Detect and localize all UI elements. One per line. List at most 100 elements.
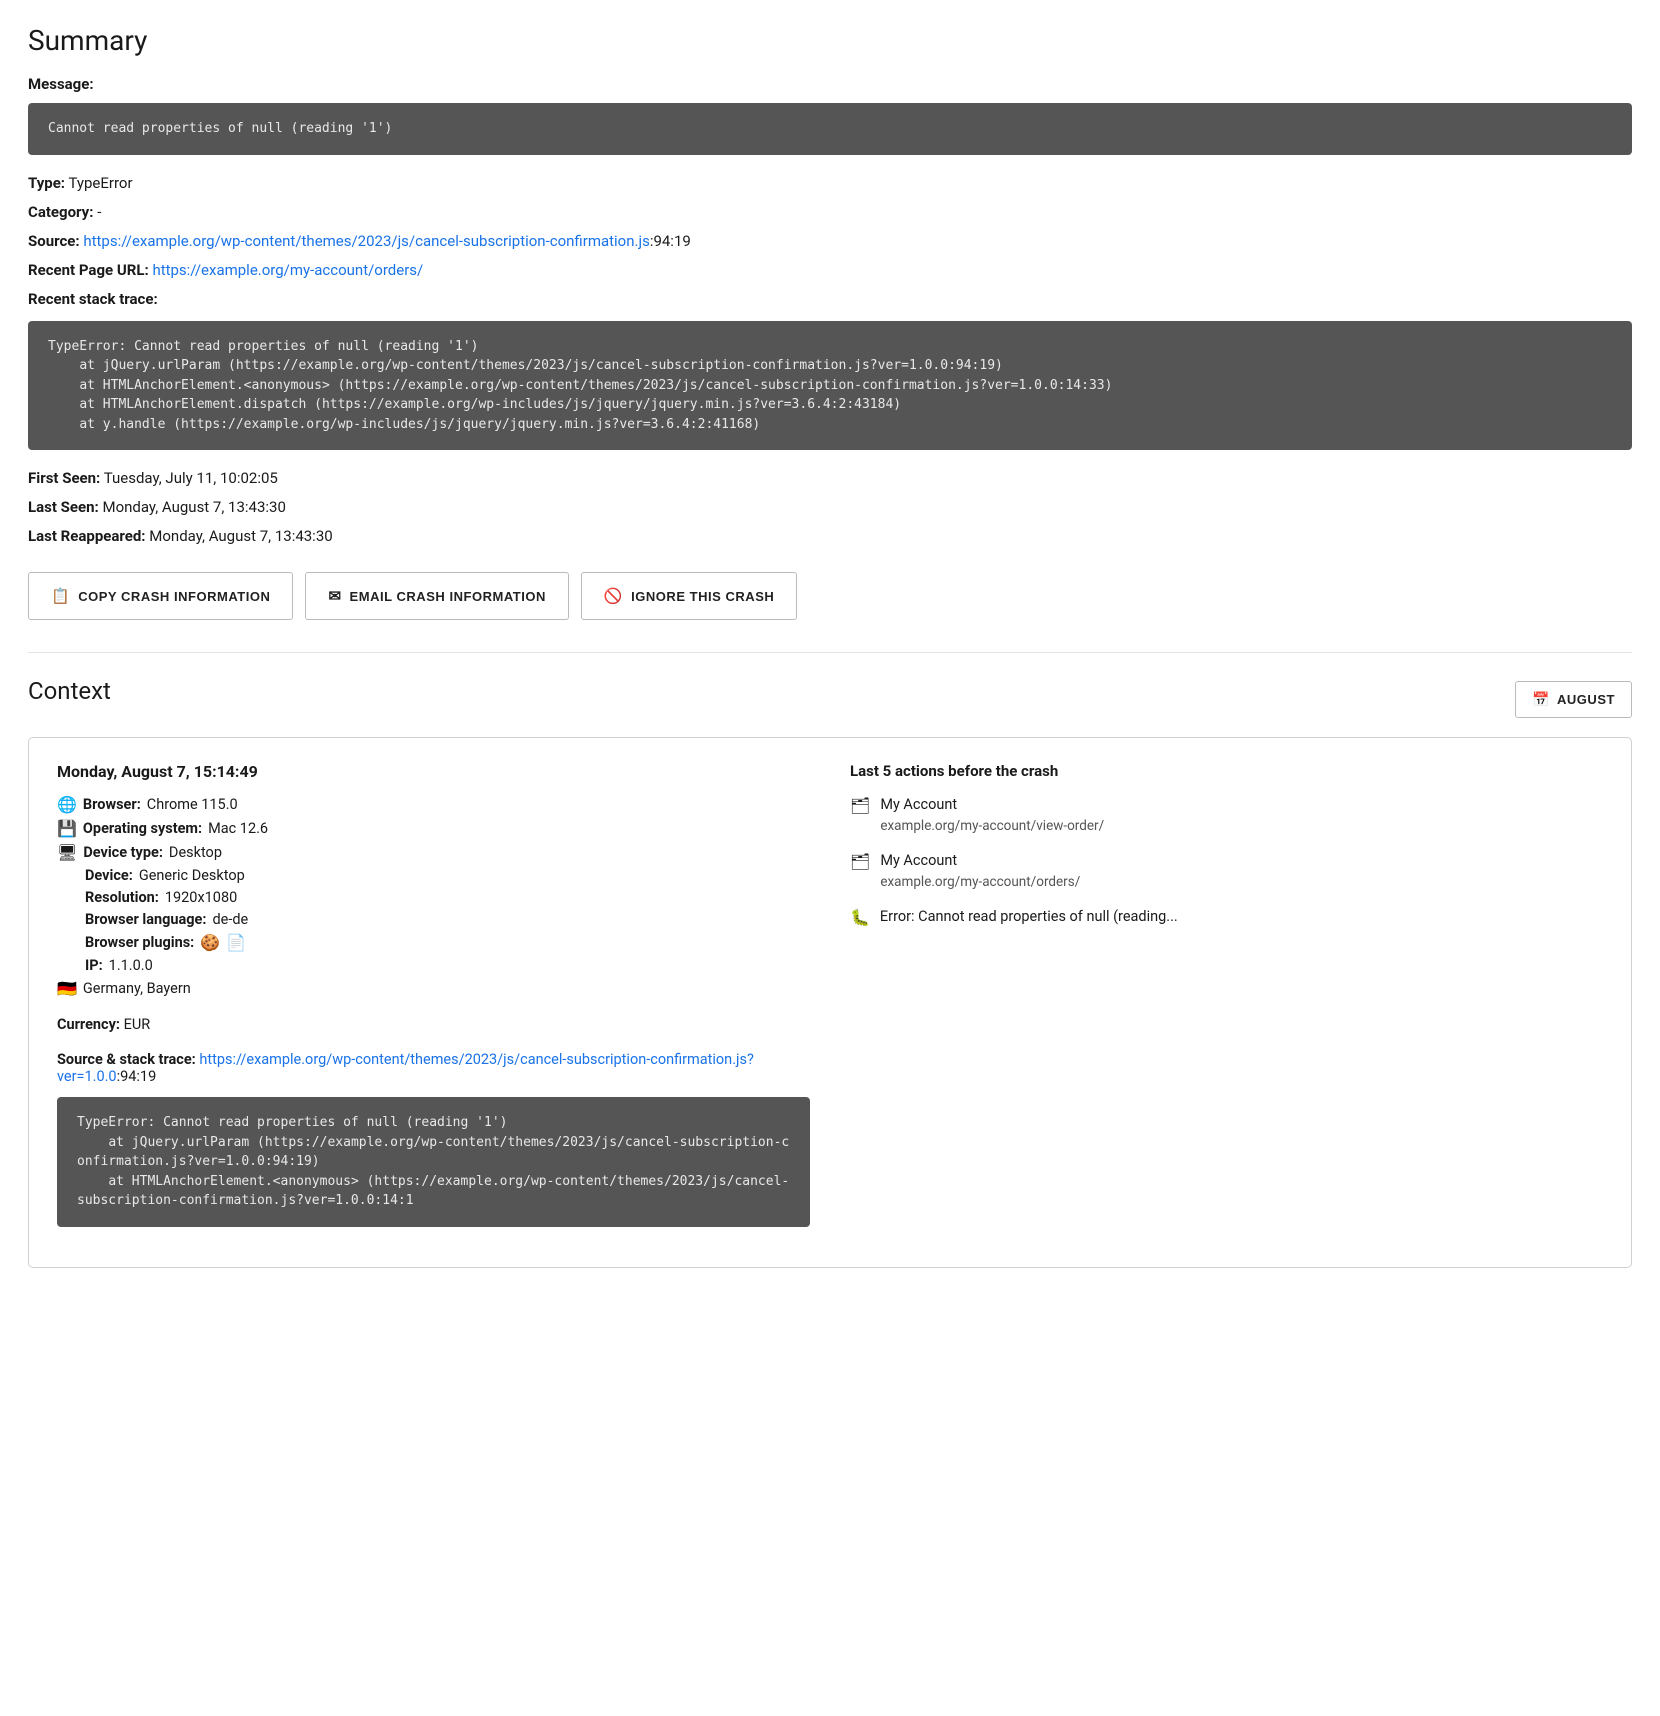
last-reappeared-label: Last Reappeared: [28,527,146,545]
last-seen-value: Monday, August 7, 13:43:30 [102,498,285,516]
ignore-label: IGNORE THIS CRASH [631,589,774,604]
currency-value: EUR [124,1016,151,1033]
context-source-label: Source & stack trace: [57,1051,196,1068]
actions-before-crash-title: Last 5 actions before the crash [850,762,1603,780]
source-link[interactable]: https://example.org/wp-content/themes/20… [83,232,649,250]
stack-label: Recent stack trace: [28,290,158,308]
first-seen-label: First Seen: [28,469,100,487]
august-label: AUGUST [1557,692,1615,707]
resolution-value: 1920x1080 [165,889,237,906]
recent-page-label: Recent Page URL: [28,261,149,279]
context-left-panel: Monday, August 7, 15:14:49 🌐 Browser: Ch… [57,762,810,1243]
ip-value: 1.1.0.0 [109,957,153,974]
browser-row: 🌐 Browser: Chrome 115.0 [57,795,810,814]
last-reappeared-row: Last Reappeared: Monday, August 7, 13:43… [28,524,1632,548]
page-icon-1: 🗂 [850,796,870,815]
currency-row: Currency: EUR [57,1016,810,1033]
last-seen-row: Last Seen: Monday, August 7, 13:43:30 [28,495,1632,519]
currency-label: Currency: [57,1016,120,1033]
message-code-block: Cannot read properties of null (reading … [28,103,1632,155]
context-date: Monday, August 7, 15:14:49 [57,762,810,781]
os-row: 💾 Operating system: Mac 12.6 [57,819,810,838]
recent-page-row: Recent Page URL: https://example.org/my-… [28,258,1632,282]
august-button[interactable]: 📅 AUGUST [1515,681,1632,718]
device-row: Device: Generic Desktop [57,867,810,884]
browser-lang-value: de-de [212,911,248,928]
stack-label-row: Recent stack trace: [28,287,1632,311]
last-reappeared-value: Monday, August 7, 13:43:30 [149,527,332,545]
first-seen-value: Tuesday, July 11, 10:02:05 [104,469,278,487]
ip-row: IP: 1.1.0.0 [57,957,810,974]
copy-label: COPY CRASH INFORMATION [78,589,270,604]
last-seen-label: Last Seen: [28,498,99,516]
action-page-url-2: example.org/my-account/orders/ [880,872,1080,892]
action-item-2: 🗂 My Account example.org/my-account/orde… [850,850,1603,892]
context-card: Monday, August 7, 15:14:49 🌐 Browser: Ch… [28,737,1632,1268]
source-row: Source: https://example.org/wp-content/t… [28,229,1632,253]
browser-label: Browser: [83,796,141,813]
plugin-icon-2: 📄 [226,933,246,952]
first-seen-row: First Seen: Tuesday, July 11, 10:02:05 [28,466,1632,490]
browser-plugins-row: Browser plugins: 🍪 📄 [57,933,810,952]
type-value: TypeError [68,174,132,192]
action-content-1: My Account example.org/my-account/view-o… [880,794,1104,836]
message-label: Message: [28,75,1632,93]
action-content-3: Error: Cannot read properties of null (r… [880,906,1178,928]
browser-lang-row: Browser language: de-de [57,911,810,928]
os-label: Operating system: [83,820,202,837]
section-divider [28,652,1632,653]
page-title: Summary [28,24,1632,57]
context-source-row: Source & stack trace: https://example.or… [57,1051,810,1085]
category-value: - [97,203,101,221]
action-page-name-1: My Account [880,794,1104,816]
email-icon: ✉ [328,587,341,605]
error-icon: 🐛 [850,908,870,927]
device-type-row: 🖥 Device type: Desktop [57,843,810,862]
eye-slash-icon: 🚫 [604,587,623,605]
os-value: Mac 12.6 [208,820,268,837]
monitor-icon: 🖥 [57,843,77,862]
source-suffix: :94:19 [650,232,691,250]
resolution-row: Resolution: 1920x1080 [57,889,810,906]
device-type-value: Desktop [169,844,222,861]
recent-page-link[interactable]: https://example.org/my-account/orders/ [152,261,423,279]
browser-plugins-label: Browser plugins: [85,934,194,951]
action-content-2: My Account example.org/my-account/orders… [880,850,1080,892]
category-row: Category: - [28,200,1632,224]
category-label: Category: [28,203,93,221]
flag-icon: 🇩🇪 [57,979,77,998]
device-type-label: Device type: [83,844,163,861]
type-label: Type: [28,174,65,192]
type-row: Type: TypeError [28,171,1632,195]
context-header: Context 📅 AUGUST [28,677,1632,721]
action-item-3: 🐛 Error: Cannot read properties of null … [850,906,1603,928]
action-page-url-1: example.org/my-account/view-order/ [880,816,1104,836]
page-icon-2: 🗂 [850,852,870,871]
context-stack-trace: TypeError: Cannot read properties of nul… [57,1097,810,1227]
context-right-panel: Last 5 actions before the crash 🗂 My Acc… [850,762,1603,1243]
context-source-suffix: :94:19 [117,1068,157,1085]
action-item-1: 🗂 My Account example.org/my-account/view… [850,794,1603,836]
context-title: Context [28,677,111,705]
email-crash-button[interactable]: ✉ EMAIL CRASH INFORMATION [305,572,568,620]
copy-crash-button[interactable]: 📋 COPY CRASH INFORMATION [28,572,293,620]
browser-lang-label: Browser language: [85,911,206,928]
browser-value: Chrome 115.0 [147,796,238,813]
email-label: EMAIL CRASH INFORMATION [350,589,546,604]
action-error-text: Error: Cannot read properties of null (r… [880,906,1178,928]
device-value: Generic Desktop [139,867,245,884]
stack-trace-block: TypeError: Cannot read properties of nul… [28,321,1632,451]
action-page-name-2: My Account [880,850,1080,872]
resolution-label: Resolution: [85,889,159,906]
chrome-icon: 🌐 [57,795,77,814]
ignore-crash-button[interactable]: 🚫 IGNORE THIS CRASH [581,572,797,620]
location-row: 🇩🇪 Germany, Bayern [57,979,810,998]
source-label: Source: [28,232,80,250]
os-icon: 💾 [57,819,77,838]
action-buttons: 📋 COPY CRASH INFORMATION ✉ EMAIL CRASH I… [28,572,1632,620]
location-value: Germany, Bayern [83,980,191,997]
calendar-icon: 📅 [1532,691,1550,708]
plugin-icon-1: 🍪 [200,933,220,952]
ip-label: IP: [85,957,103,974]
device-label: Device: [85,867,133,884]
